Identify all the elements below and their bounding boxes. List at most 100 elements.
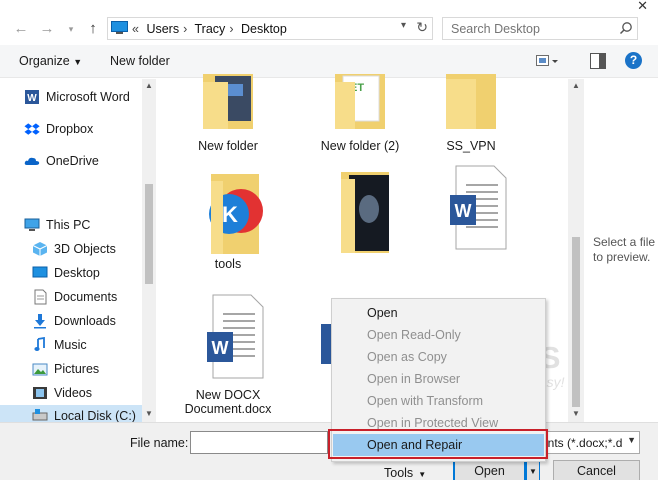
breadcrumb: « Users › Tracy › Desktop (132, 22, 287, 36)
file-name: New folder (2) (320, 139, 400, 153)
menu-item-open-read-only[interactable]: Open Read-Only (333, 324, 544, 346)
nav-item-microsoft-word[interactable]: W Microsoft Word (0, 86, 142, 108)
address-dropdown-icon[interactable]: ▾ (401, 20, 406, 31)
file-item-word-document[interactable]: W (416, 165, 526, 265)
breadcrumb-users[interactable]: Users (146, 22, 179, 36)
address-bar[interactable]: « Users › Tracy › Desktop ▾ ↻ (107, 17, 433, 40)
preview-message: Select a file to preview. (593, 235, 656, 264)
file-item-new-folder[interactable]: New folder (173, 74, 283, 159)
file-item-new-docx-document[interactable]: W New DOCX Document.docx (173, 294, 283, 424)
file-name: New folder (198, 139, 258, 153)
file-name: tools (214, 257, 242, 271)
preview-pane: Select a file to preview. (585, 79, 658, 422)
file-name-input[interactable] (190, 431, 328, 454)
annotation-highlight-box (328, 429, 548, 459)
back-arrow-icon[interactable]: ← (10, 18, 32, 40)
scroll-up-icon[interactable]: ▲ (572, 81, 580, 90)
folder-icon: K (209, 174, 263, 254)
forward-arrow-icon[interactable]: → (36, 18, 58, 40)
change-view-icon[interactable] (536, 54, 558, 68)
breadcrumb-tracy[interactable]: Tracy (195, 22, 226, 36)
files-scroll-thumb[interactable] (572, 237, 580, 407)
nav-item-dropbox[interactable]: Dropbox (0, 118, 142, 140)
svg-text:K: K (222, 202, 238, 227)
nav-item-label: 3D Objects (54, 242, 116, 256)
file-item-folder[interactable] (305, 169, 415, 269)
pictures-icon (32, 363, 48, 376)
folder-icon (341, 172, 389, 253)
menu-item-open-as-copy[interactable]: Open as Copy (333, 346, 544, 368)
open-button[interactable]: Open (453, 460, 526, 480)
chevron-down-icon: ▼ (627, 435, 636, 445)
nav-item-desktop[interactable]: Desktop (0, 262, 142, 284)
address-row: ← → ▾ ↑ « Users › Tracy › Desktop ▾ ↻ (0, 12, 658, 44)
svg-text:W: W (27, 93, 37, 104)
nav-item-label: OneDrive (46, 154, 99, 168)
nav-item-downloads[interactable]: Downloads (0, 310, 142, 332)
refresh-icon[interactable]: ↻ (416, 19, 428, 36)
tools-button[interactable]: Tools ▼ (384, 466, 426, 480)
file-type-select[interactable]: ents (*.docx;*.d ▼ (540, 431, 640, 454)
desktop-icon (32, 266, 48, 278)
navigation-pane: W Microsoft Word Dropbox OneDrive This P… (0, 79, 156, 427)
nav-item-label: Local Disk (C:) (54, 409, 136, 423)
open-options-chevron-icon[interactable]: ▼ (526, 460, 540, 480)
folder-icon (446, 74, 496, 129)
menu-item-open-with-transform[interactable]: Open with Transform (333, 390, 544, 412)
up-arrow-icon[interactable]: ↑ (82, 18, 104, 40)
nav-item-label: Downloads (54, 314, 116, 328)
search-input[interactable] (451, 22, 611, 36)
svg-text:W: W (212, 338, 229, 358)
breadcrumb-overflow[interactable]: « (132, 22, 139, 36)
organize-button[interactable]: Organize ▼ (19, 54, 82, 68)
folder-icon (203, 74, 253, 129)
desktop-location-icon (111, 21, 128, 34)
scroll-up-icon[interactable]: ▲ (145, 81, 153, 90)
onedrive-icon (24, 157, 40, 165)
file-item-ss-vpn[interactable]: SS_VPN (416, 74, 526, 159)
file-name: SS_VPN (446, 139, 496, 153)
nav-item-label: Microsoft Word (46, 90, 130, 104)
folder-icon: ET (335, 74, 385, 129)
nav-item-label: Documents (54, 290, 118, 304)
new-folder-button[interactable]: New folder (110, 54, 170, 68)
pc-icon (24, 218, 40, 231)
file-item-tools[interactable]: K tools (173, 169, 283, 271)
preview-pane-icon[interactable] (590, 53, 606, 69)
svg-text:W: W (455, 201, 472, 221)
file-name: New DOCX Document.docx (184, 388, 272, 416)
nav-scrollbar[interactable]: ▲ ▼ (142, 79, 156, 422)
nav-item-pictures[interactable]: Pictures (0, 358, 142, 380)
file-name-label: File name: (130, 436, 189, 450)
breadcrumb-desktop[interactable]: Desktop (241, 22, 287, 36)
nav-item-videos[interactable]: Videos (0, 382, 142, 404)
nav-scroll-thumb[interactable] (145, 184, 153, 284)
recent-locations-chevron-icon[interactable]: ▾ (60, 18, 82, 40)
nav-item-label: Videos (54, 386, 92, 400)
nav-item-music[interactable]: Music (0, 334, 142, 356)
downloads-icon (34, 314, 46, 329)
videos-icon (33, 387, 47, 399)
cancel-button[interactable]: Cancel (553, 460, 640, 480)
chevron-down-icon: ▼ (73, 57, 83, 67)
files-scrollbar[interactable]: ▲ ▼ (568, 79, 584, 422)
nav-item-onedrive[interactable]: OneDrive (0, 150, 142, 172)
scroll-down-icon[interactable]: ▼ (145, 409, 153, 418)
menu-item-open[interactable]: Open (333, 302, 544, 324)
scroll-down-icon[interactable]: ▼ (572, 409, 580, 418)
documents-icon (34, 289, 47, 305)
nav-item-3d-objects[interactable]: 3D Objects (0, 238, 142, 260)
nav-item-label: This PC (46, 218, 91, 232)
file-item-new-folder-2[interactable]: ET New folder (2) (305, 74, 415, 159)
search-box[interactable] (442, 17, 638, 40)
nav-item-this-pc[interactable]: This PC (0, 214, 142, 236)
help-icon[interactable]: ? (625, 52, 642, 69)
dropbox-icon (24, 123, 40, 135)
word-document-icon: W (450, 165, 507, 250)
search-icon[interactable] (619, 21, 633, 35)
title-bar: ✕ (0, 0, 658, 13)
nav-item-documents[interactable]: Documents (0, 286, 142, 308)
menu-item-open-in-browser[interactable]: Open in Browser (333, 368, 544, 390)
nav-item-label: Dropbox (46, 122, 94, 136)
word-icon: W (25, 90, 39, 104)
